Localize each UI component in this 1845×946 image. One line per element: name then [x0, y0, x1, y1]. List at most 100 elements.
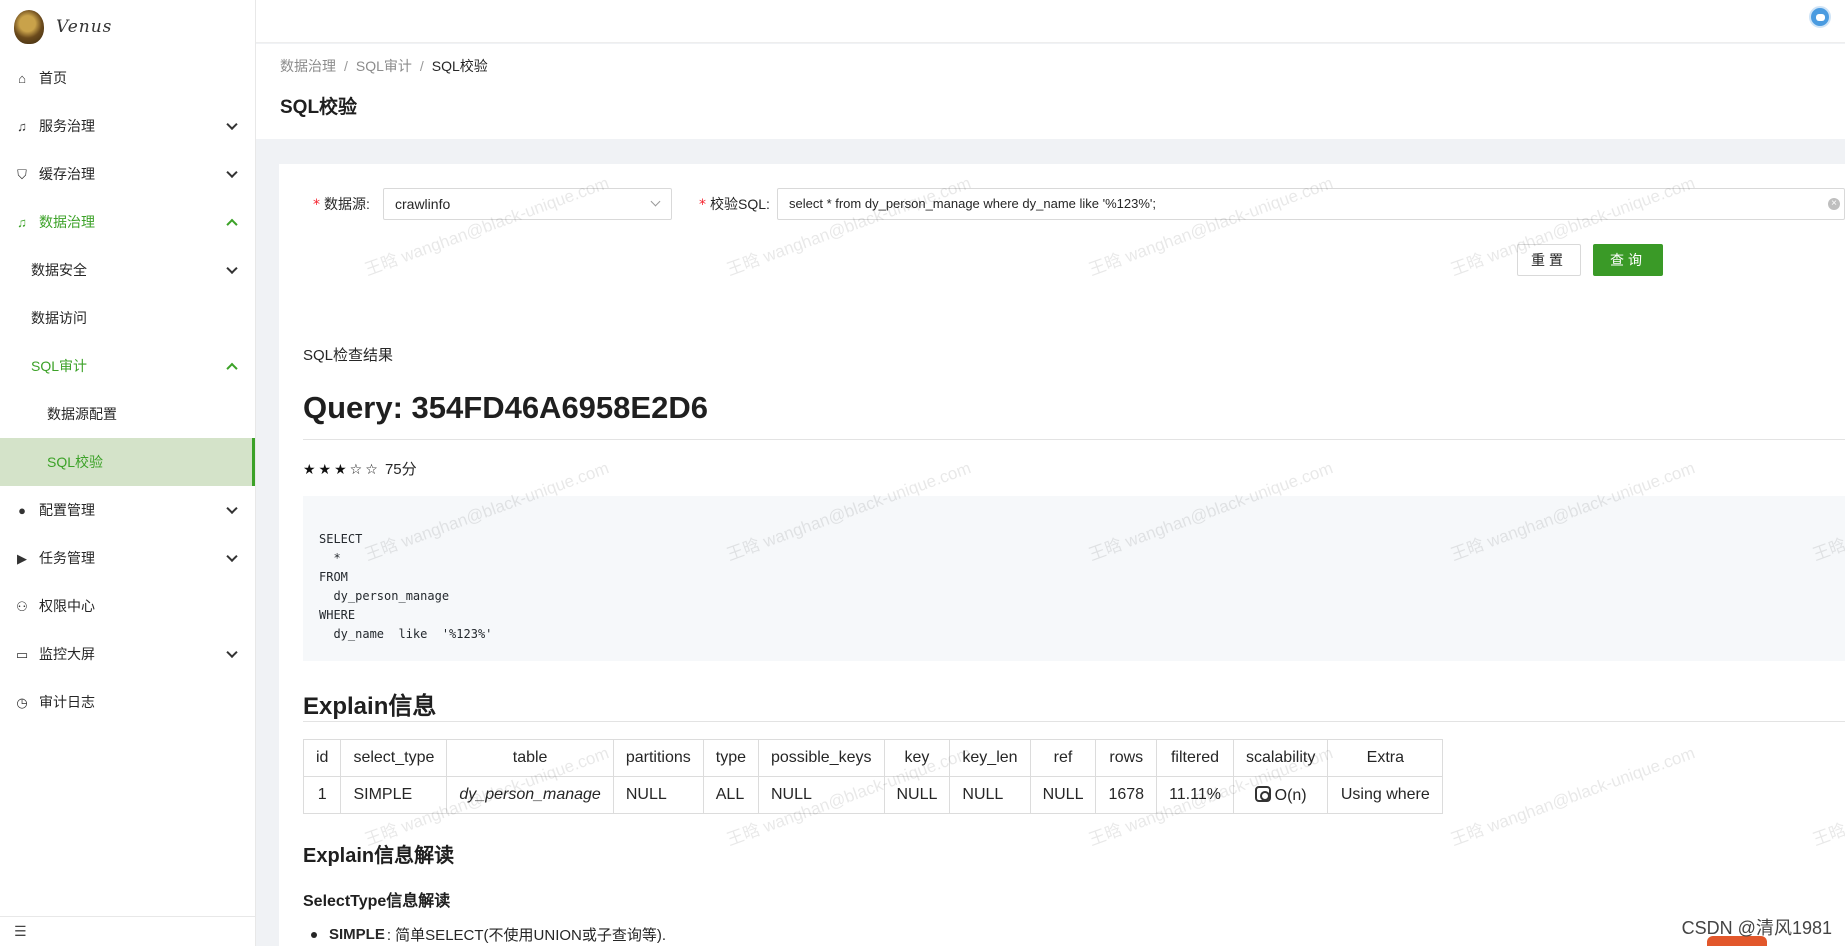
sidebar: Venus ⌂ 首页 ♫ 服务治理 ⛉ 缓存治理 ♫ 数据治理 数据安全 数据访…: [0, 0, 256, 946]
table-cell: Using where: [1327, 776, 1444, 814]
sidebar-item-label: 数据治理: [39, 214, 95, 230]
scalability-cell: O(n): [1232, 776, 1329, 814]
table-cell: NULL: [612, 776, 704, 814]
result-title: SQL检查结果: [303, 347, 394, 364]
table-cell: NULL: [758, 776, 885, 814]
list-item: SIMPLE : 简单SELECT(不使用UNION或子查询等).: [311, 924, 666, 945]
shield-icon: ⛉: [17, 166, 27, 182]
chevron-up-icon: [226, 362, 238, 375]
home-icon: ⌂: [18, 70, 26, 86]
column-header: key_len: [949, 739, 1031, 777]
sql-label: * 校验SQL:: [699, 188, 770, 220]
column-header: possible_keys: [758, 739, 885, 777]
column-header: type: [702, 739, 760, 777]
sql-input[interactable]: select * from dy_person_manage where dy_…: [777, 188, 1845, 220]
sidebar-item-label: 任务管理: [39, 550, 95, 566]
column-header: id: [302, 739, 342, 777]
logo-mark-icon: [14, 10, 44, 44]
bell-icon: ♫: [17, 214, 27, 230]
datasource-label: * 数据源:: [313, 188, 370, 220]
sidebar-item-label: 审计日志: [39, 694, 95, 710]
sidebar-item-sql-audit[interactable]: SQL审计: [0, 342, 255, 390]
sidebar-item-data-governance[interactable]: ♫ 数据治理: [0, 198, 255, 246]
clear-icon[interactable]: ×: [1828, 198, 1840, 210]
explain-table: id select_type table partitions type pos…: [302, 739, 1444, 814]
sidebar-item-permission-center[interactable]: ⚇ 权限中心: [0, 582, 255, 630]
datasource-select[interactable]: crawlinfo: [383, 188, 672, 220]
content-card: * 数据源: crawlinfo * 校验SQL: select * from dy…: [279, 164, 1845, 946]
chevron-down-icon: [226, 118, 238, 131]
interpretation-heading: Explain信息解读: [303, 845, 455, 867]
table-cell: NULL: [949, 776, 1031, 814]
apple-icon: ●: [18, 502, 26, 518]
sidebar-item-label: 权限中心: [39, 598, 95, 614]
sidebar-item-sql-check[interactable]: SQL校验: [0, 438, 255, 486]
page-header: 数据治理 / SQL审计 / SQL校验 SQL校验: [256, 44, 1845, 139]
sidebar-item-label: SQL校验: [47, 454, 104, 470]
sql-label-text: 校验SQL:: [710, 196, 770, 212]
sidebar-item-label: 数据源配置: [47, 406, 117, 422]
collapse-sidebar-button[interactable]: ☰: [0, 916, 256, 946]
chevron-down-icon: [226, 502, 238, 515]
chevron-up-icon: [226, 218, 238, 231]
sidebar-item-data-security[interactable]: 数据安全: [0, 246, 255, 294]
sidebar-item-label: 监控大屏: [39, 646, 95, 662]
column-header: key: [883, 739, 951, 777]
sidebar-item-cache-governance[interactable]: ⛉ 缓存治理: [0, 150, 255, 198]
bullet-dot: [311, 931, 317, 938]
sidebar-item-label: 配置管理: [39, 502, 95, 518]
sidebar-item-audit-log[interactable]: ◷ 审计日志: [0, 678, 255, 726]
required-mark: *: [699, 197, 706, 213]
sidebar-item-label: 数据安全: [31, 262, 87, 278]
sidebar-item-config-management[interactable]: ● 配置管理: [0, 486, 255, 534]
sidebar-item-data-access[interactable]: 数据访问: [0, 294, 255, 342]
query-form: * 数据源: crawlinfo * 校验SQL: select * from dy…: [279, 188, 1845, 220]
breadcrumb-separator: /: [419, 58, 424, 74]
table-cell-text: O(n): [1274, 786, 1307, 804]
table-cell: 1678: [1095, 776, 1158, 814]
app-logo[interactable]: Venus: [0, 0, 255, 54]
query-heading: Query: 354FD46A6958E2D6: [303, 390, 708, 425]
sidebar-item-label: 数据访问: [31, 310, 87, 326]
bell-icon: ♫: [17, 118, 27, 134]
chevron-down-icon: [226, 262, 238, 275]
column-header: rows: [1095, 739, 1158, 777]
top-header: [256, 0, 1845, 43]
sql-input-value: select * from dy_person_manage where dy_…: [789, 196, 1156, 211]
reset-button[interactable]: 重置: [1517, 244, 1581, 276]
bullet-text: : 简单SELECT(不使用UNION或子查询等).: [386, 927, 667, 944]
page-title: SQL校验: [280, 97, 358, 118]
table-cell: NULL: [883, 776, 951, 814]
breadcrumb-item-sql-audit[interactable]: SQL审计: [356, 56, 412, 76]
laptop-icon: ▭: [15, 646, 29, 662]
sidebar-menu: ⌂ 首页 ♫ 服务治理 ⛉ 缓存治理 ♫ 数据治理 数据安全 数据访问 SQL审…: [0, 54, 255, 726]
datasource-select-value: crawlinfo: [395, 196, 451, 212]
sidebar-item-label: 首页: [39, 70, 67, 86]
column-header: filtered: [1156, 739, 1234, 777]
chevron-down-icon: [226, 646, 238, 659]
column-header: Extra: [1327, 739, 1444, 777]
divider: [303, 439, 1845, 440]
chevron-down-icon: [650, 196, 661, 207]
sidebar-item-home[interactable]: ⌂ 首页: [0, 54, 255, 102]
table-cell: NULL: [1029, 776, 1097, 814]
column-header: scalability: [1232, 739, 1329, 777]
sidebar-item-service-governance[interactable]: ♫ 服务治理: [0, 102, 255, 150]
query-button[interactable]: 查询: [1593, 244, 1663, 276]
sidebar-item-task-management[interactable]: ▶ 任务管理: [0, 534, 255, 582]
chevron-down-icon: [226, 166, 238, 179]
user-avatar[interactable]: [1809, 6, 1831, 28]
score: ★★★☆☆ 75分: [303, 458, 417, 479]
breadcrumb-item-data-governance[interactable]: 数据治理: [280, 56, 336, 76]
divider: [303, 721, 1845, 722]
sidebar-item-datasource-config[interactable]: 数据源配置: [0, 390, 255, 438]
table-row: 1 SIMPLE dy_person_manage NULL ALL NULL …: [302, 776, 1444, 814]
breadcrumb-item-current: SQL校验: [431, 58, 488, 74]
menu-fold-icon: ☰: [14, 923, 27, 939]
column-header: partitions: [612, 739, 704, 777]
table-cell: ALL: [702, 776, 760, 814]
sidebar-item-monitor-screen[interactable]: ▭ 监控大屏: [0, 630, 255, 678]
datasource-label-text: 数据源:: [324, 196, 370, 212]
sidebar-item-label: 缓存治理: [39, 166, 95, 182]
table-header-row: id select_type table partitions type pos…: [302, 739, 1444, 777]
